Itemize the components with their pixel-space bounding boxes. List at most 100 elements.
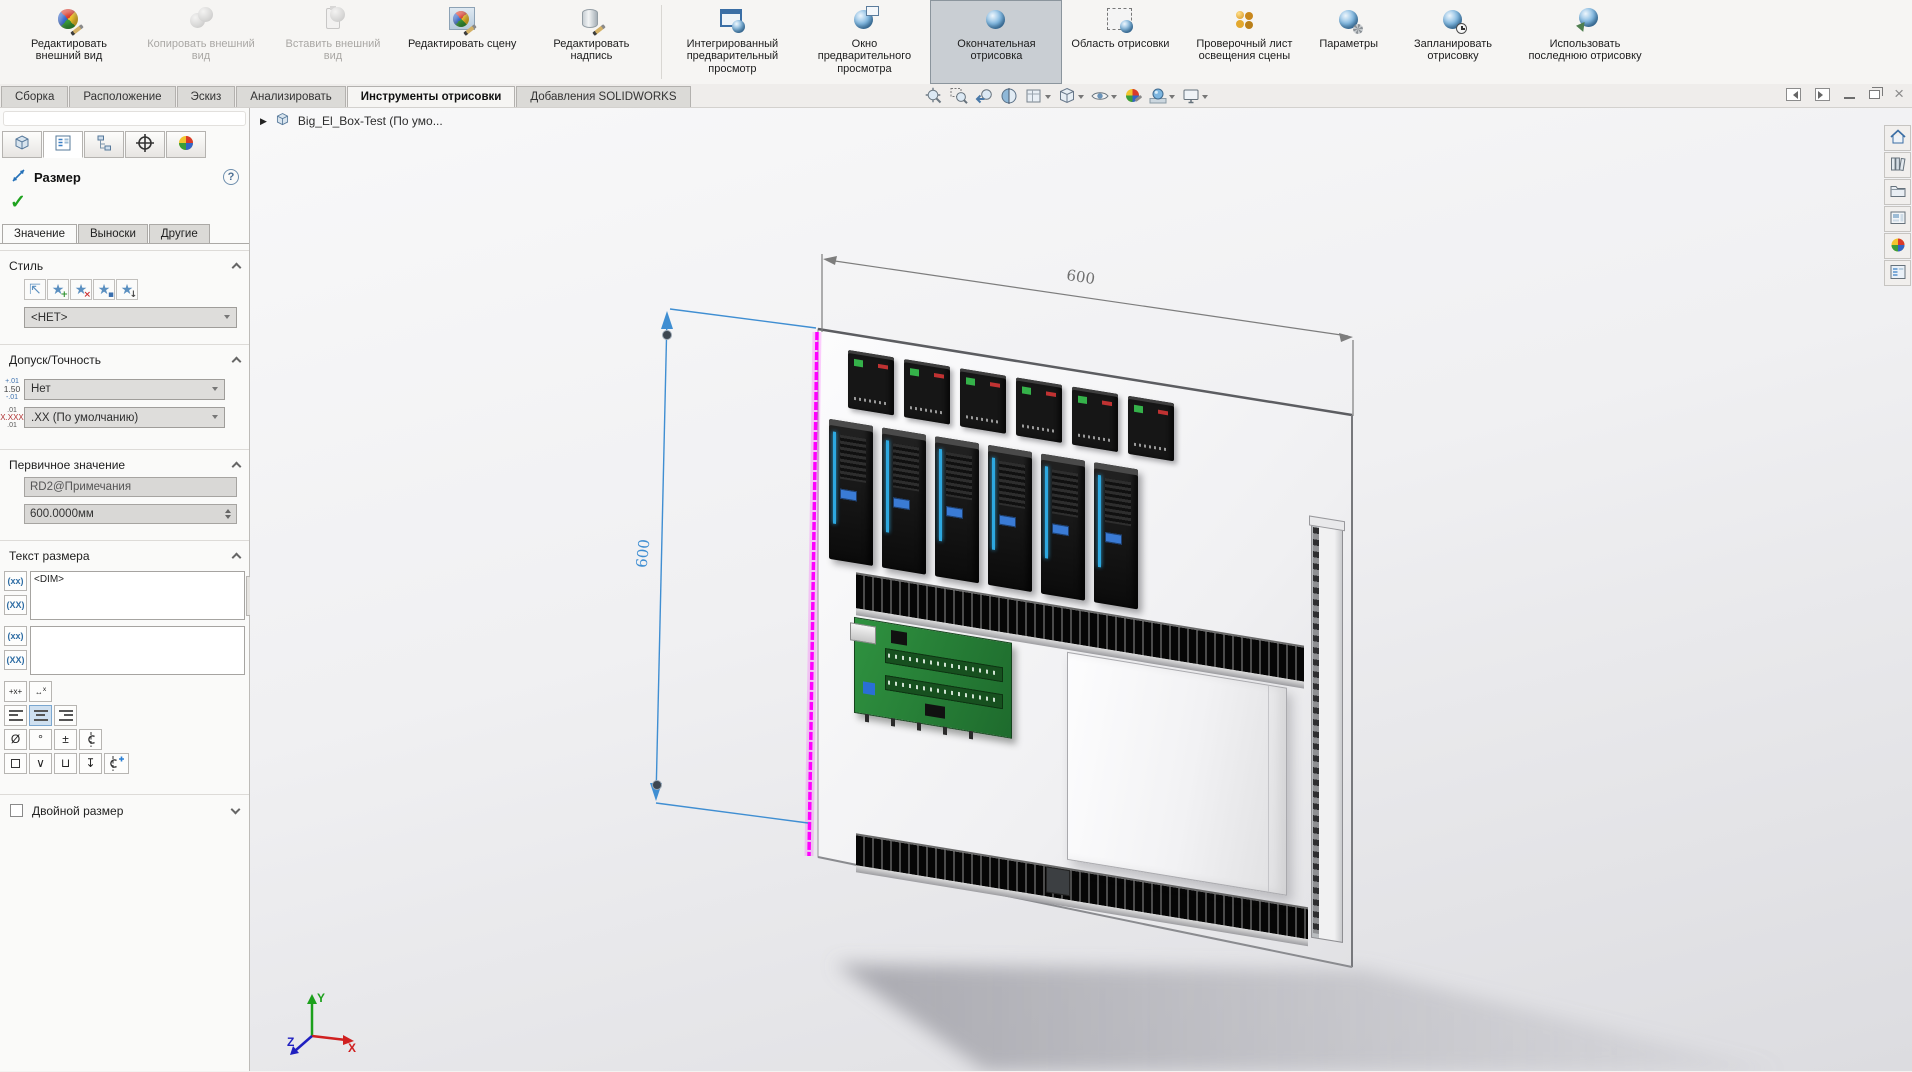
ribbon-button-schedule-render[interactable]: Запланировать отрисовку xyxy=(1387,0,1519,84)
ribbon-button-copy-appearance[interactable]: Копировать внешний вид xyxy=(135,0,267,84)
appearances-scenes-button[interactable] xyxy=(1884,233,1911,259)
file-explorer-button[interactable] xyxy=(1884,179,1911,205)
value-tab-value[interactable]: Значение xyxy=(2,224,77,243)
load-style-button[interactable]: ★ ↓ xyxy=(116,279,138,300)
zoom-fit-button[interactable] xyxy=(925,87,943,105)
design-library-button[interactable] xyxy=(1884,152,1911,178)
tab-solidworks-addins[interactable]: Добавления SOLIDWORKS xyxy=(516,86,691,107)
dual-dimension-checkbox[interactable] xyxy=(10,804,23,817)
ribbon-button-options[interactable]: Параметры xyxy=(1310,0,1387,84)
ribbon-button-recall-render[interactable]: Использовать последнюю отрисовку xyxy=(1519,0,1651,84)
pm-tab-display[interactable] xyxy=(166,131,206,158)
dimension-text-area[interactable]: <DIM> xyxy=(30,570,245,620)
text-offset-x-button[interactable]: ↔x xyxy=(29,680,52,702)
chevron-down-icon[interactable] xyxy=(1045,94,1051,102)
dimension-handle[interactable] xyxy=(652,780,662,790)
ribbon-button-lighting-checklist[interactable]: Проверочный лист освещения сцены xyxy=(1178,0,1310,84)
parentheses-icon[interactable]: (xx) xyxy=(4,570,27,591)
degree-button[interactable]: ° xyxy=(29,728,52,750)
depth-button[interactable]: ↧ xyxy=(79,752,102,774)
full-parentheses-icon[interactable]: (XX) xyxy=(4,594,27,615)
accept-button[interactable]: ✓ xyxy=(0,191,249,218)
dimension-handle[interactable] xyxy=(662,330,672,340)
view-palette-button[interactable] xyxy=(1884,206,1911,232)
dimension-text-area-2[interactable] xyxy=(30,625,245,675)
edit-appearance-button[interactable] xyxy=(1124,87,1142,105)
custom-properties-button[interactable] xyxy=(1884,260,1911,286)
small-connector[interactable] xyxy=(1046,866,1070,897)
ribbon-button-edit-appearance[interactable]: Редактировать внешний вид xyxy=(3,0,135,84)
display-style-button[interactable] xyxy=(1025,87,1051,105)
diameter-button[interactable]: Ø xyxy=(4,728,27,750)
precision-dropdown[interactable]: .XX (По умолчанию) xyxy=(24,407,225,428)
close-button[interactable]: × xyxy=(1894,84,1904,104)
drive-module[interactable] xyxy=(988,444,1032,593)
ribbon-button-edit-decal[interactable]: Редактировать надпись xyxy=(525,0,657,84)
more-symbols-button[interactable] xyxy=(104,752,129,774)
collapse-left-pane-button[interactable] xyxy=(1786,87,1802,101)
zoom-area-button[interactable] xyxy=(950,87,968,105)
view-orientation-button[interactable] xyxy=(1058,87,1084,105)
ribbon-button-edit-scene[interactable]: Редактировать сцену xyxy=(399,0,525,84)
tab-evaluate[interactable]: Анализировать xyxy=(236,86,346,107)
restore-button[interactable] xyxy=(1869,86,1884,99)
align-right-button[interactable] xyxy=(54,704,77,726)
align-left-button[interactable] xyxy=(4,704,27,726)
view-settings-button[interactable] xyxy=(1182,87,1208,105)
collapse-chevron-icon[interactable] xyxy=(231,356,242,367)
expand-chevron-icon[interactable] xyxy=(230,804,241,815)
delete-style-button[interactable]: ★ × xyxy=(70,279,92,300)
collapse-right-pane-button[interactable] xyxy=(1815,87,1831,101)
flyout-feature-tree[interactable]: ▶ Big_El_Box-Test (По умо... xyxy=(260,111,443,131)
expand-caret-icon[interactable]: ▶ xyxy=(260,116,267,127)
square-button[interactable] xyxy=(4,752,27,774)
drive-module[interactable] xyxy=(935,436,979,584)
value-tab-other[interactable]: Другие xyxy=(148,224,210,243)
selected-edge-highlight[interactable] xyxy=(804,331,822,857)
centerline-button[interactable] xyxy=(79,728,102,750)
viewport-3d[interactable]: 600 600 ▶ Big_El_Box-Test (По умо... Y X… xyxy=(250,108,1912,1071)
full-parentheses-icon[interactable]: (XX) xyxy=(4,649,27,670)
tab-layout[interactable]: Расположение xyxy=(69,86,176,107)
countersink-button[interactable]: ∨ xyxy=(29,752,52,774)
section-view-button[interactable] xyxy=(1000,87,1018,105)
hide-show-button[interactable] xyxy=(1091,87,1117,105)
ribbon-button-preview-window[interactable]: Окно предварительного просмотра xyxy=(798,0,930,84)
tolerance-type-dropdown[interactable]: Нет xyxy=(24,378,225,400)
collapse-chevron-icon[interactable] xyxy=(231,262,242,273)
apply-default-style-button[interactable]: ⇱ xyxy=(24,279,46,300)
collapse-chevron-icon[interactable] xyxy=(231,461,242,471)
drive-module[interactable] xyxy=(882,427,926,575)
tab-assembly[interactable]: Сборка xyxy=(1,86,69,107)
align-center-button[interactable] xyxy=(29,704,52,726)
tab-sketch[interactable]: Эскиз xyxy=(176,86,236,107)
add-style-button[interactable]: ★ + xyxy=(47,279,69,300)
parentheses-icon[interactable]: (xx) xyxy=(4,625,27,646)
chevron-down-icon[interactable] xyxy=(1202,94,1208,102)
minimize-button[interactable] xyxy=(1844,89,1856,100)
din-module-small[interactable] xyxy=(960,368,1006,434)
frame-column[interactable] xyxy=(1311,521,1343,943)
value-spinner[interactable] xyxy=(225,506,231,522)
chevron-down-icon[interactable] xyxy=(1078,94,1084,102)
value-tab-leaders[interactable]: Выноски xyxy=(78,224,148,243)
collapse-chevron-icon[interactable] xyxy=(231,552,242,562)
din-module-small[interactable] xyxy=(1072,386,1118,453)
home-button[interactable] xyxy=(1884,125,1911,151)
plus-minus-button[interactable]: ± xyxy=(54,728,77,750)
ribbon-button-paste-appearance[interactable]: Вставить внешний вид xyxy=(267,0,399,84)
drive-module[interactable] xyxy=(829,418,873,567)
save-style-button[interactable]: ★ ▪ xyxy=(93,279,115,300)
din-module-small[interactable] xyxy=(1016,377,1062,443)
drive-module[interactable] xyxy=(1094,462,1138,610)
drive-module[interactable] xyxy=(1041,453,1085,601)
chevron-down-icon[interactable] xyxy=(1169,94,1175,102)
din-module-small[interactable] xyxy=(1128,395,1174,462)
counterbore-button[interactable]: ⊔ xyxy=(54,752,77,774)
style-dropdown[interactable]: <НЕТ> xyxy=(24,307,237,328)
ribbon-button-integrated-preview[interactable]: Интегрированный предварительный просмотр xyxy=(666,0,798,84)
dimension-value-field[interactable]: 600.0000мм xyxy=(24,503,237,524)
dimension-top-label[interactable]: 600 xyxy=(1065,266,1096,288)
previous-view-button[interactable] xyxy=(975,87,993,105)
din-module-small[interactable] xyxy=(848,349,894,416)
